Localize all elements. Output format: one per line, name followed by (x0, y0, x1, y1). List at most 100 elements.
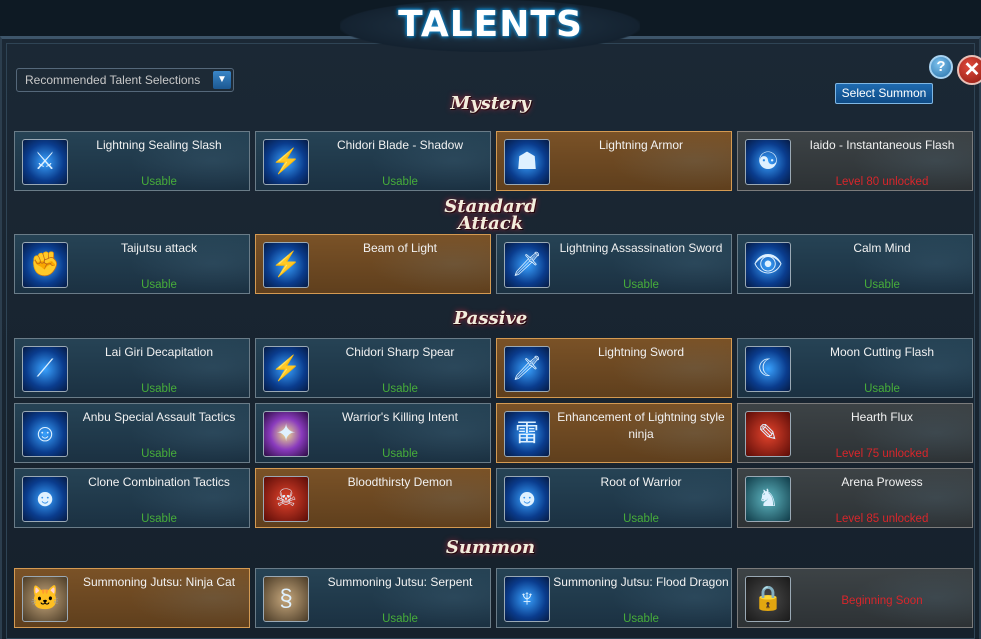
talent-status: Usable (141, 448, 177, 460)
armor-icon: ☗ (504, 139, 550, 185)
lightning-blade-icon: ⚡ (263, 139, 309, 185)
talent-card[interactable]: ⚔ Lightning Sealing Slash Usable (14, 131, 250, 191)
talent-card[interactable]: ☻ Root of Warrior Usable (496, 468, 732, 528)
talent-card[interactable]: 👁 Calm Mind Usable (737, 234, 973, 294)
section-title-passive: Passive (0, 310, 981, 330)
talent-status: Beginning Soon (841, 595, 923, 607)
talent-name: Summoning Jutsu: Ninja Cat (82, 575, 236, 589)
talent-name: Hearth Flux (850, 410, 914, 424)
talent-name: Lightning Armor (598, 138, 684, 152)
section-title-summon: Summon (0, 539, 981, 559)
talent-name: Lai Giri Decapitation (104, 345, 214, 359)
talent-name: Beam of Light (362, 241, 438, 255)
talent-status: Usable (623, 513, 659, 525)
talent-status: Level 85 unlocked (835, 513, 929, 525)
talent-card[interactable]: ⚡ Chidori Sharp Spear Usable (255, 338, 491, 398)
talent-card[interactable]: ✎ Hearth Flux Level 75 unlocked (737, 403, 973, 463)
help-button[interactable]: ? (929, 55, 953, 79)
talent-card[interactable]: ☻ Clone Combination Tactics Usable (14, 468, 250, 528)
section-title-mystery: Mystery (0, 95, 981, 115)
talent-status: Usable (382, 383, 418, 395)
lock-icon: 🔒 (745, 576, 791, 622)
talent-card[interactable]: ♆ Summoning Jutsu: Flood Dragon Usable (496, 568, 732, 628)
talent-status: Usable (141, 513, 177, 525)
talent-name: Bloodthirsty Demon (347, 475, 453, 489)
talent-card[interactable]: ⚡ Beam of Light (255, 234, 491, 294)
spear-icon: ⚡ (263, 346, 309, 392)
head-icon: ☻ (504, 476, 550, 522)
section-title-standard-attack: Standard Attack (0, 196, 981, 234)
talent-name: Lightning Assassination Sword (559, 241, 723, 255)
talent-name: Warrior's Killing Intent (342, 410, 458, 424)
clones-icon: ☻ (22, 476, 68, 522)
demon-icon: ☠ (263, 476, 309, 522)
ninja-icon: ☯ (745, 139, 791, 185)
talent-status: Usable (141, 383, 177, 395)
talent-status: Usable (141, 176, 177, 188)
talent-name: Arena Prowess (841, 475, 923, 489)
sword-icon: 🗡 (504, 242, 550, 288)
kanji-icon: 雷 (504, 411, 550, 457)
talent-card[interactable]: 雷 Enhancement of Lightning style ninja (496, 403, 732, 463)
chevron-down-icon[interactable]: ▼ (213, 71, 231, 89)
dropdown-value: Recommended Talent Selections (25, 73, 201, 87)
talent-name: Taijutsu attack (120, 241, 198, 255)
talent-name: Moon Cutting Flash (829, 345, 935, 359)
talent-card[interactable]: ⚡ Chidori Blade - Shadow Usable (255, 131, 491, 191)
serpent-icon: § (263, 576, 309, 622)
talent-name: Chidori Sharp Spear (345, 345, 455, 359)
talent-name: Lightning Sword (597, 345, 685, 359)
talent-name: Clone Combination Tactics (88, 475, 230, 489)
talent-card[interactable]: ☾ Moon Cutting Flash Usable (737, 338, 973, 398)
talent-card[interactable]: 🐱 Summoning Jutsu: Ninja Cat (14, 568, 250, 628)
talent-card[interactable]: ☺ Anbu Special Assault Tactics Usable (14, 403, 250, 463)
blade-icon: ⚔ (22, 139, 68, 185)
eye-icon: 👁 (745, 242, 791, 288)
talent-name: Chidori Blade - Shadow (336, 138, 464, 152)
talent-status: Level 75 unlocked (835, 448, 929, 460)
talent-card[interactable]: 🗡 Lightning Assassination Sword Usable (496, 234, 732, 294)
talent-card[interactable]: § Summoning Jutsu: Serpent Usable (255, 568, 491, 628)
talent-status: Usable (141, 279, 177, 291)
talent-name: Summoning Jutsu: Flood Dragon (553, 575, 729, 589)
talent-card[interactable]: ✊ Taijutsu attack Usable (14, 234, 250, 294)
talent-name: Calm Mind (853, 241, 911, 255)
talent-card[interactable]: 🗡 Lightning Sword (496, 338, 732, 398)
dragon-icon: ♆ (504, 576, 550, 622)
talent-status: Usable (864, 383, 900, 395)
fist-icon: ✊ (22, 242, 68, 288)
talent-name: Summoning Jutsu: Serpent (327, 575, 473, 589)
talent-name: Iaido - Instantaneous Flash (809, 138, 955, 152)
talent-preset-dropdown[interactable]: Recommended Talent Selections ▼ (16, 68, 234, 92)
section-title-text: Standard Attack (444, 196, 537, 234)
figure-icon: ☺ (22, 411, 68, 457)
window-title: TALENTS (398, 4, 583, 45)
talent-status: Usable (382, 448, 418, 460)
talent-card[interactable]: ♞ Arena Prowess Level 85 unlocked (737, 468, 973, 528)
talent-name: Enhancement of Lightning style ninja (557, 410, 725, 441)
talent-card[interactable]: 🔒 Beginning Soon (737, 568, 973, 628)
talent-status: Usable (382, 176, 418, 188)
talent-status: Usable (864, 279, 900, 291)
strike-icon: ✦ (263, 411, 309, 457)
talent-card[interactable]: ☠ Bloodthirsty Demon (255, 468, 491, 528)
warrior-icon: ♞ (745, 476, 791, 522)
scroll-icon: ✎ (745, 411, 791, 457)
talent-card[interactable]: ☗ Lightning Armor (496, 131, 732, 191)
talent-card[interactable]: ⟋ Lai Giri Decapitation Usable (14, 338, 250, 398)
beam-icon: ⚡ (263, 242, 309, 288)
talent-status: Level 80 unlocked (835, 176, 929, 188)
sword-icon: 🗡 (504, 346, 550, 392)
talent-name: Root of Warrior (600, 475, 682, 489)
talent-status: Usable (382, 613, 418, 625)
talent-name: Anbu Special Assault Tactics (82, 410, 236, 424)
talent-status: Usable (623, 279, 659, 291)
talent-card[interactable]: ✦ Warrior's Killing Intent Usable (255, 403, 491, 463)
talent-card[interactable]: ☯ Iaido - Instantaneous Flash Level 80 unl… (737, 131, 973, 191)
slash-icon: ⟋ (22, 346, 68, 392)
talent-name: Lightning Sealing Slash (96, 138, 222, 152)
talent-status: Usable (623, 613, 659, 625)
moon-icon: ☾ (745, 346, 791, 392)
cat-icon: 🐱 (22, 576, 68, 622)
close-button[interactable]: ✕ (957, 55, 981, 85)
